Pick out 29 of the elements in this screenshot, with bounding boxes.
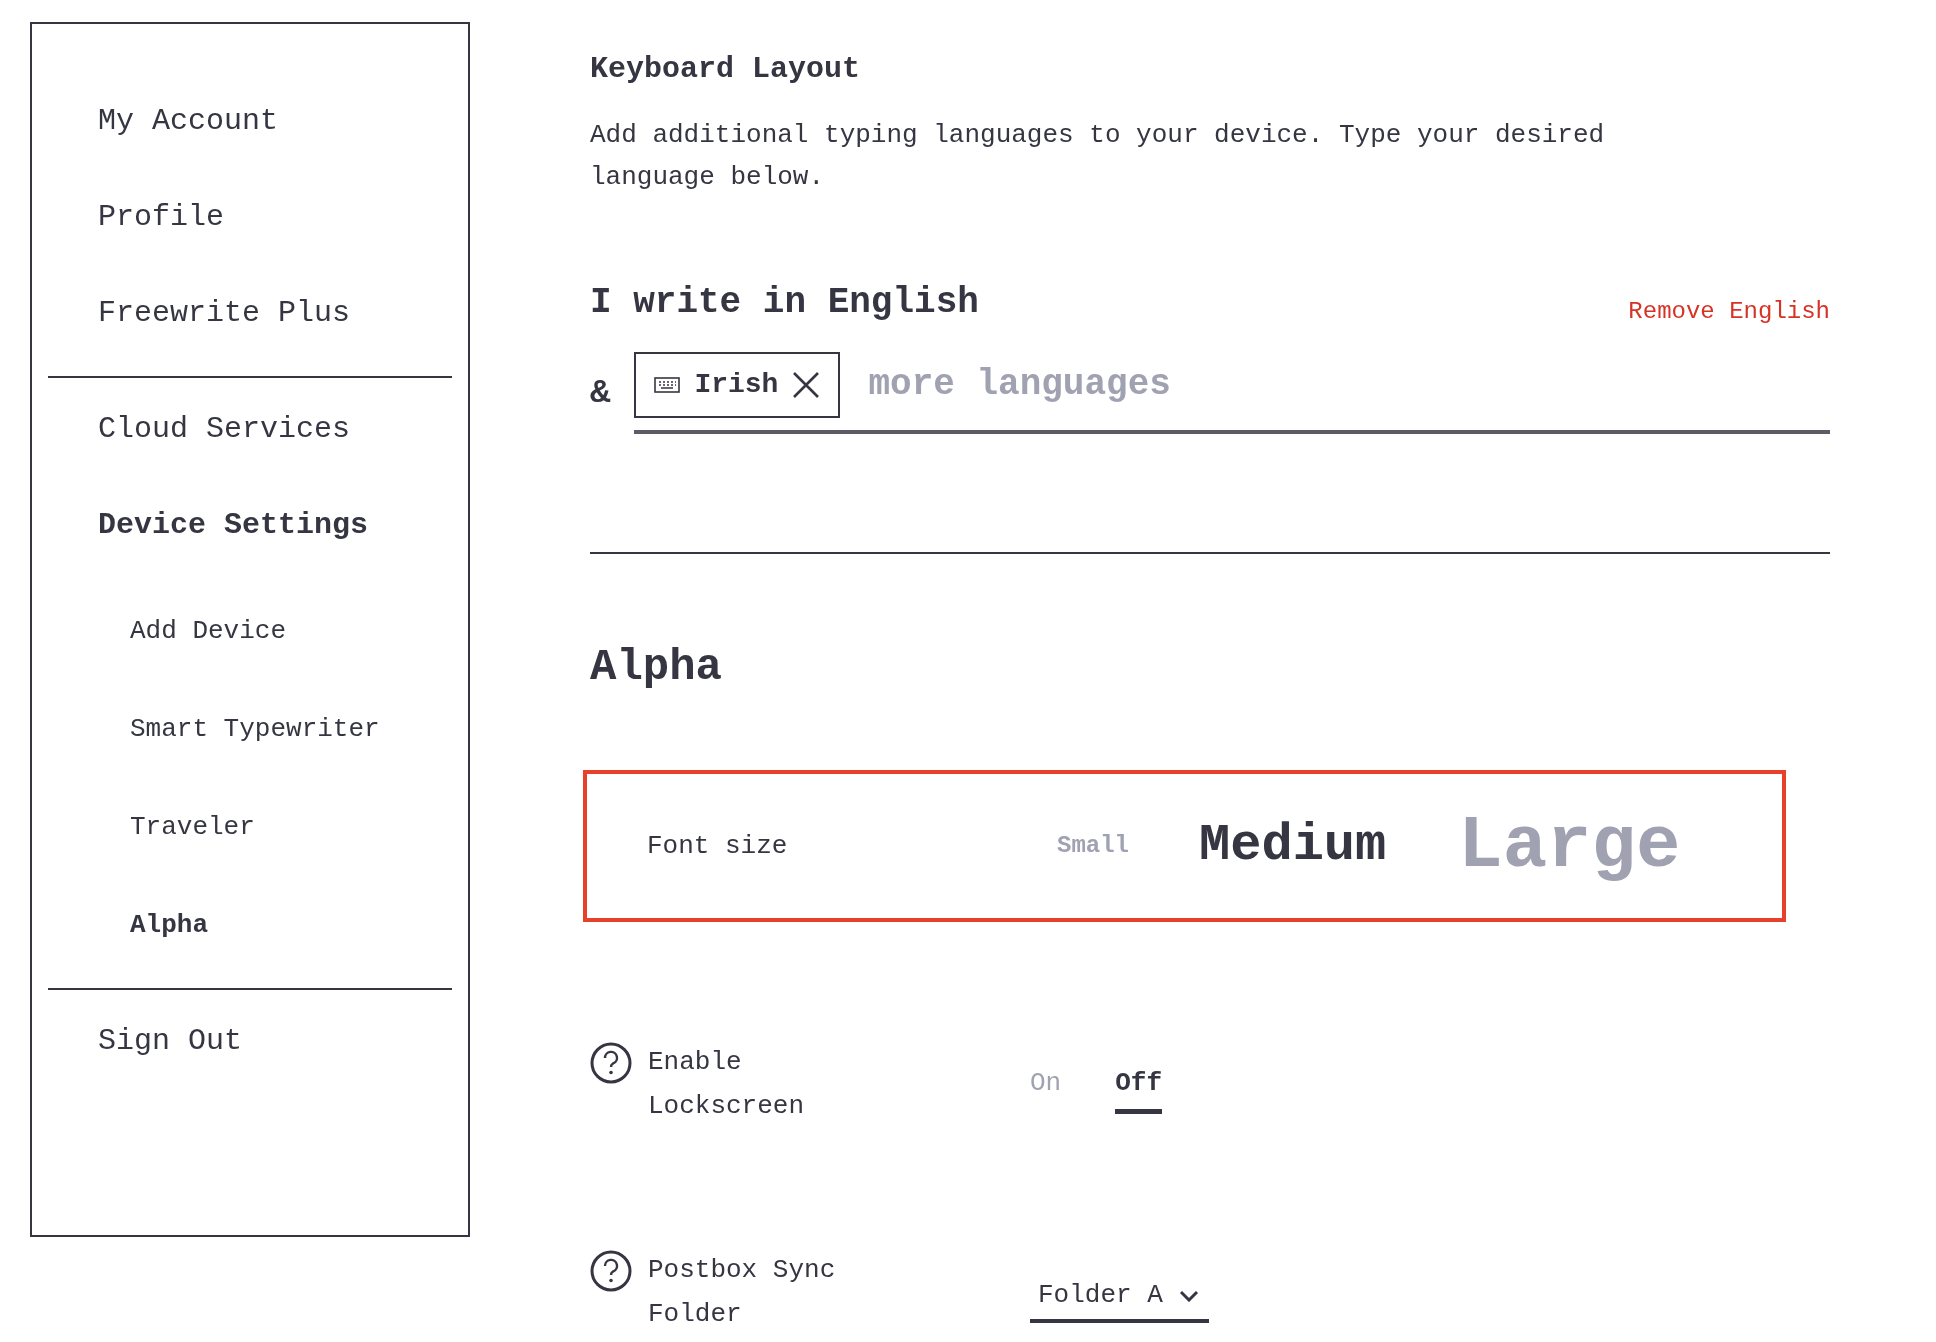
language-chip[interactable]: Irish bbox=[634, 352, 841, 418]
close-icon[interactable] bbox=[792, 371, 821, 399]
sidebar-item[interactable]: My Account bbox=[98, 102, 452, 140]
sidebar-subitem[interactable]: Smart Typewriter bbox=[130, 710, 452, 748]
folder-dropdown[interactable]: Folder A bbox=[1030, 1276, 1209, 1323]
sidebar-subitem[interactable]: Add Device bbox=[130, 612, 452, 650]
primary-language-heading: I write in English bbox=[590, 281, 979, 325]
sidebar-subitem[interactable]: Traveler bbox=[130, 808, 452, 846]
sidebar-subitem[interactable]: Alpha bbox=[130, 906, 452, 944]
help-icon[interactable] bbox=[590, 1042, 632, 1084]
sidebar-item[interactable]: Freewrite Plus bbox=[98, 294, 452, 332]
description-text: Add additional typing languages to your device. Type your desired language below. bbox=[590, 119, 1606, 194]
sidebar-item[interactable]: Sign Out bbox=[98, 1022, 452, 1060]
keyboard-icon bbox=[654, 377, 681, 393]
ampersand-text: & bbox=[590, 372, 611, 414]
setting-label: Postbox Sync Folder bbox=[648, 1254, 837, 1331]
setting-label: Enable Lockscreen bbox=[648, 1046, 806, 1123]
section-title: Alpha bbox=[590, 641, 724, 694]
sidebar-item[interactable]: Device Settings bbox=[98, 506, 452, 544]
font-size-option[interactable]: Medium bbox=[1199, 807, 1387, 885]
setting-label: Font size bbox=[647, 829, 789, 863]
sidebar-item[interactable]: Profile bbox=[98, 198, 452, 236]
toggle-option[interactable]: Off bbox=[1115, 1064, 1163, 1114]
help-icon[interactable] bbox=[590, 1250, 632, 1292]
sidebar-item[interactable]: Cloud Services bbox=[98, 410, 452, 448]
chevron-down-icon bbox=[1178, 1289, 1199, 1302]
remove-link[interactable]: Remove English bbox=[1628, 294, 1830, 330]
section-title: Keyboard Layout bbox=[590, 51, 862, 88]
chip-label: Irish bbox=[694, 368, 779, 402]
